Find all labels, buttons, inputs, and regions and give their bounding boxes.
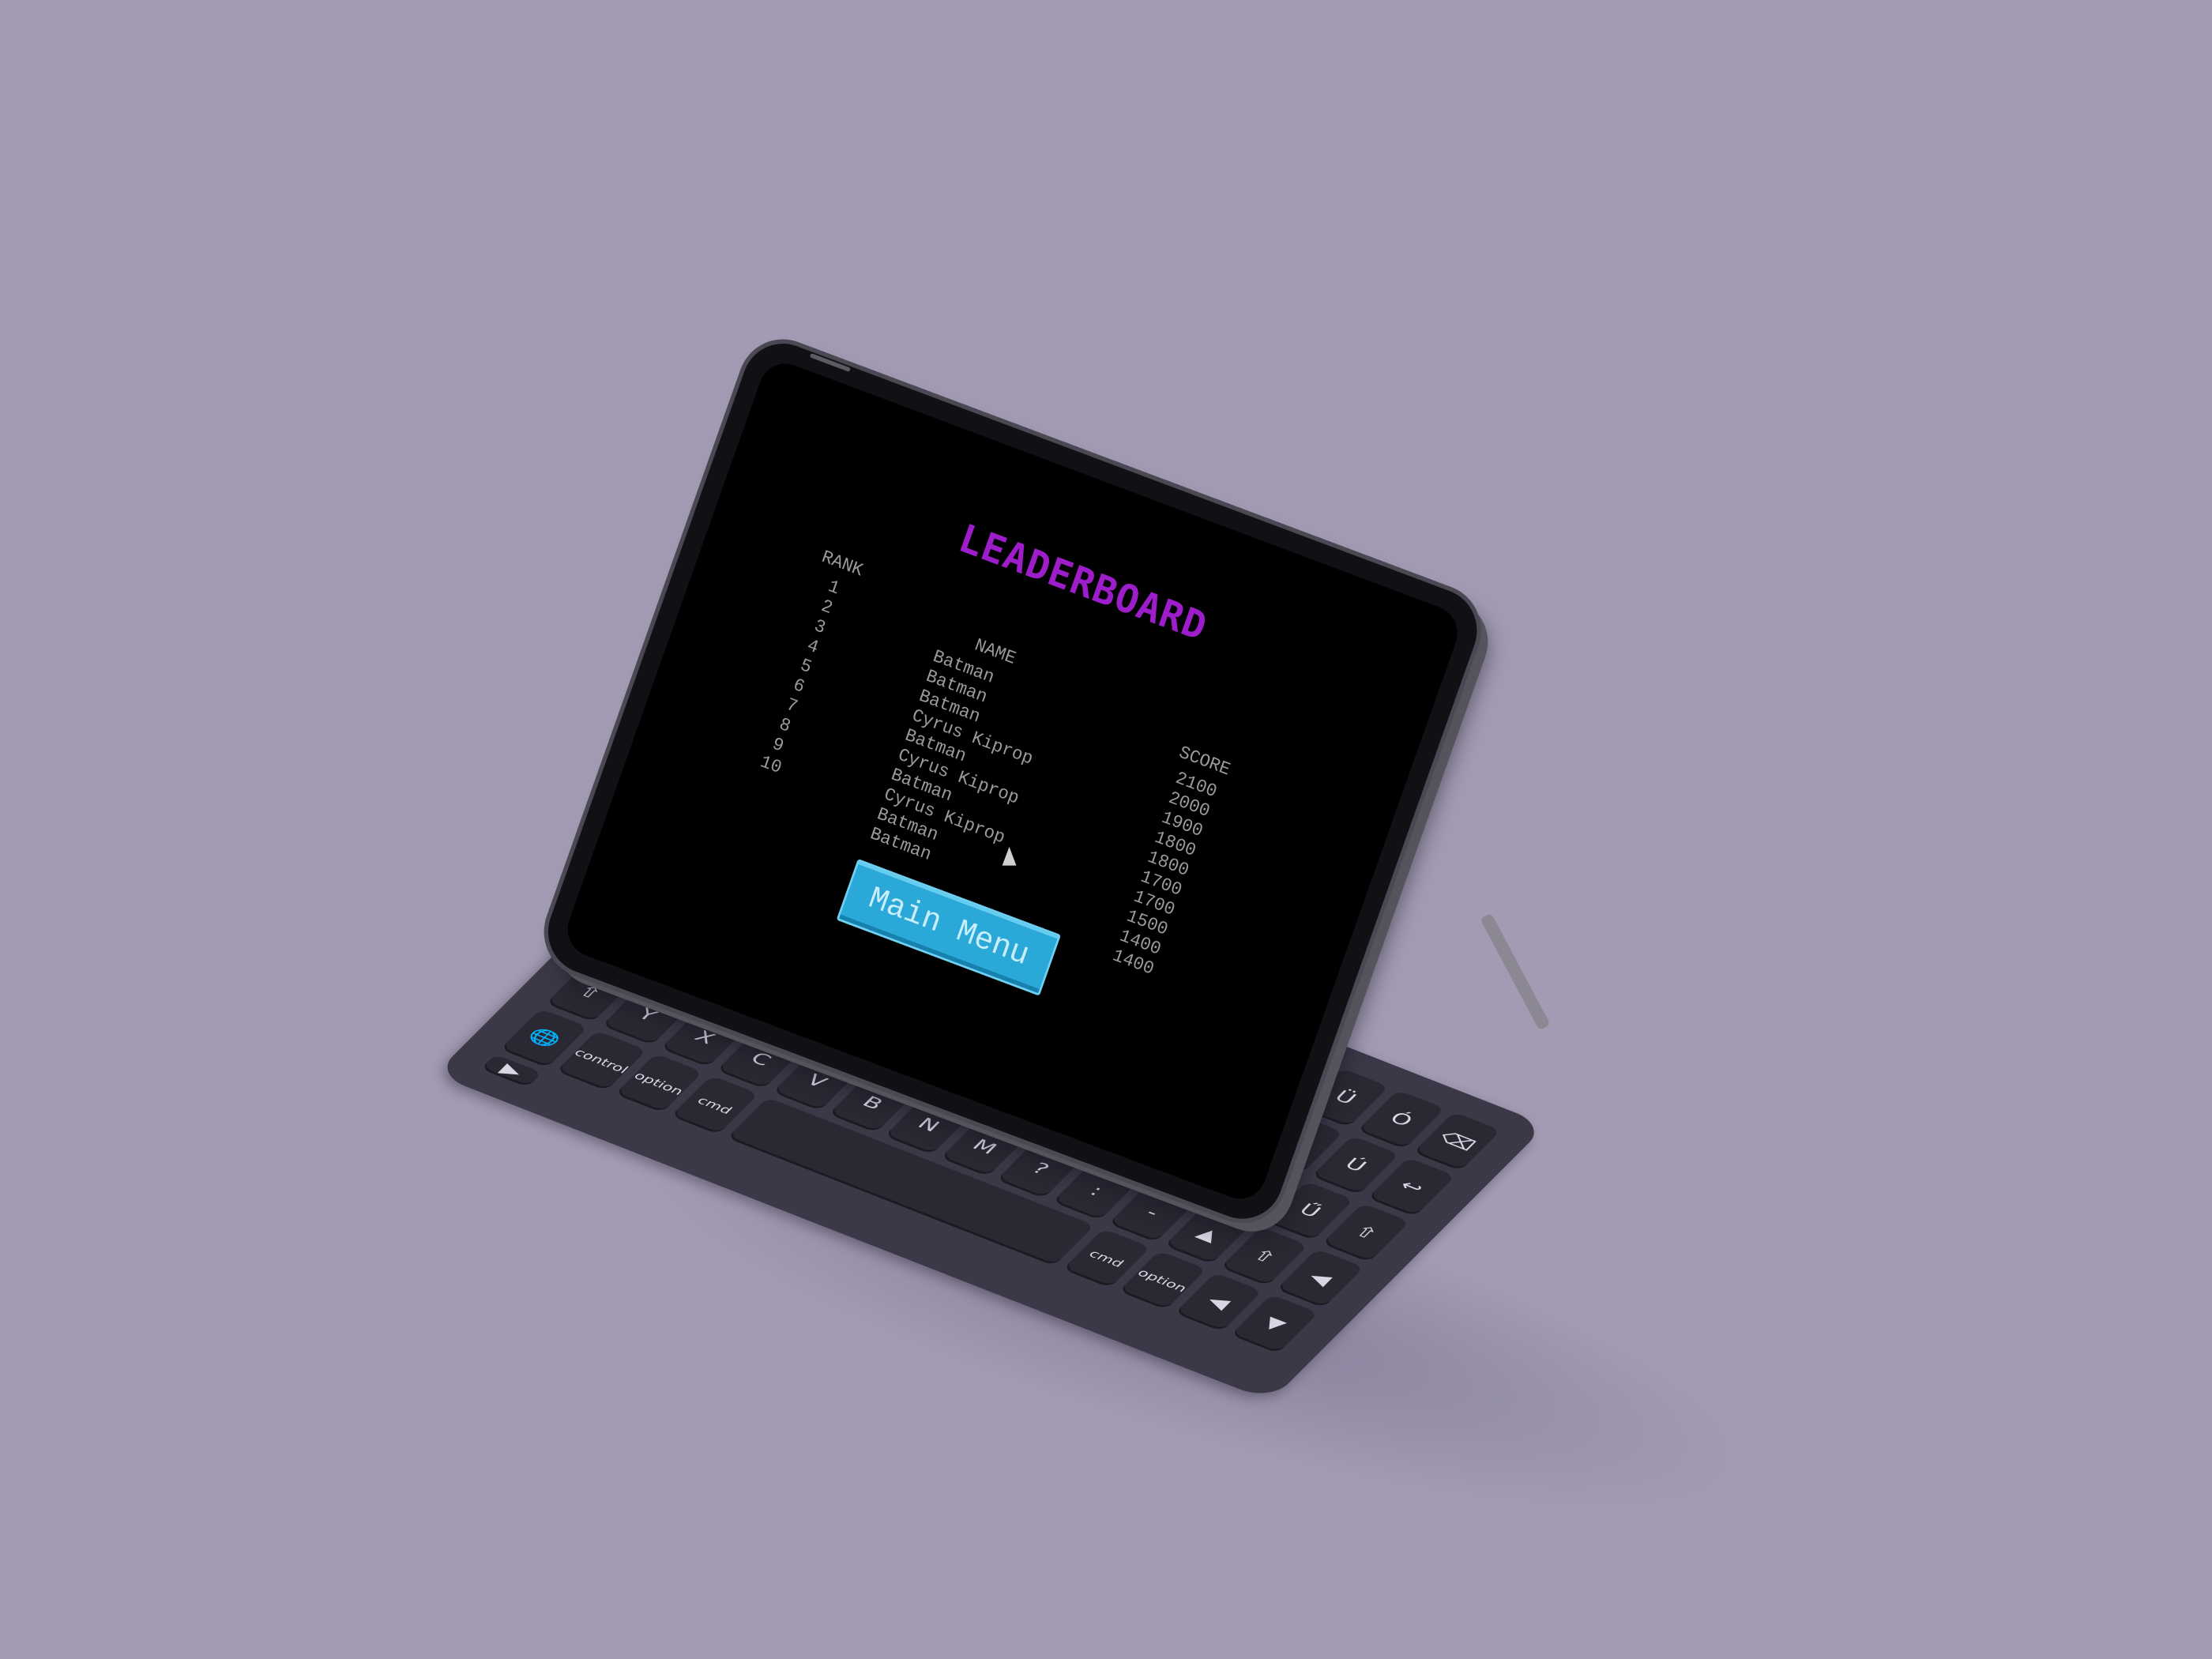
- tablet-stand: [1480, 912, 1551, 1031]
- top-button: [809, 352, 851, 372]
- rank-column: RANK 1 2 3 4 5 6 7 8 9 10: [738, 543, 876, 786]
- mouse-cursor-icon: [1002, 846, 1017, 866]
- scene: 0123456789ÖÜÓ⌫⇥QWERTZUIOPŐÚ↩⇪ASDFGHJKLÉÁ…: [0, 0, 2212, 1659]
- name-column: NAME Batman Batman Batman Cyrus Kiprop B…: [867, 623, 1145, 918]
